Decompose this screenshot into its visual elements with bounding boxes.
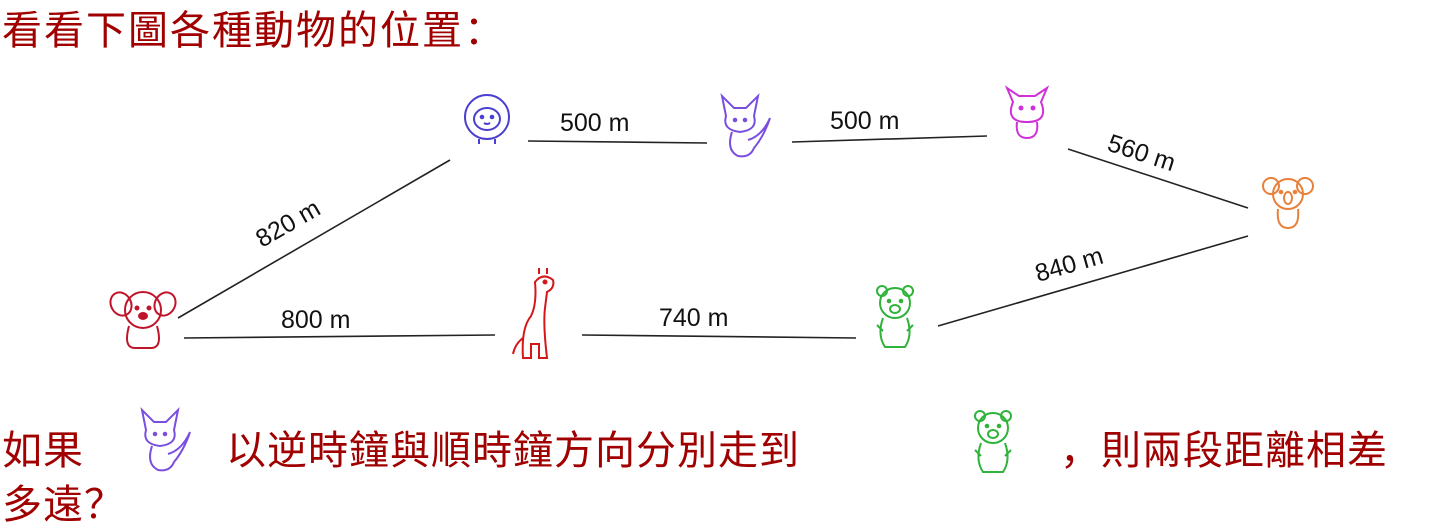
fox-question-icon <box>140 406 191 472</box>
label-fox-cat: 500 m <box>830 107 899 135</box>
edge-sheep-fox <box>527 140 708 144</box>
question-part-2: 以逆時鐘與順時鐘方向分別走到 <box>226 428 800 474</box>
label-cat-koala: 560 m <box>1104 129 1179 177</box>
fox-icon <box>720 92 771 158</box>
koala-icon <box>1262 177 1314 230</box>
worksheet: 看看下圖各種動物的位置： 500 m 500 m 560 m 820 m 800… <box>0 0 1454 524</box>
question-part-1: 如果 <box>2 428 84 474</box>
giraffe-icon <box>512 268 555 359</box>
sheep-icon <box>464 94 510 144</box>
label-dog-giraffe: 800 m <box>281 306 350 334</box>
label-dog-sheep: 820 m <box>251 194 325 253</box>
edge-fox-cat <box>791 135 988 143</box>
edge-dog-sheep <box>177 159 451 319</box>
cat-icon <box>1004 85 1050 140</box>
edge-giraffe-bear <box>581 334 857 339</box>
question-part-3: ，則兩段距離相差 <box>1060 428 1388 474</box>
edge-dog-giraffe <box>183 334 496 339</box>
bear-icon <box>876 285 914 348</box>
question-part-4: 多遠？ <box>2 482 125 524</box>
dog-icon <box>109 291 177 349</box>
bear-question-icon <box>974 410 1012 473</box>
label-sheep-fox: 500 m <box>560 109 629 137</box>
label-giraffe-bear: 740 m <box>659 304 728 332</box>
